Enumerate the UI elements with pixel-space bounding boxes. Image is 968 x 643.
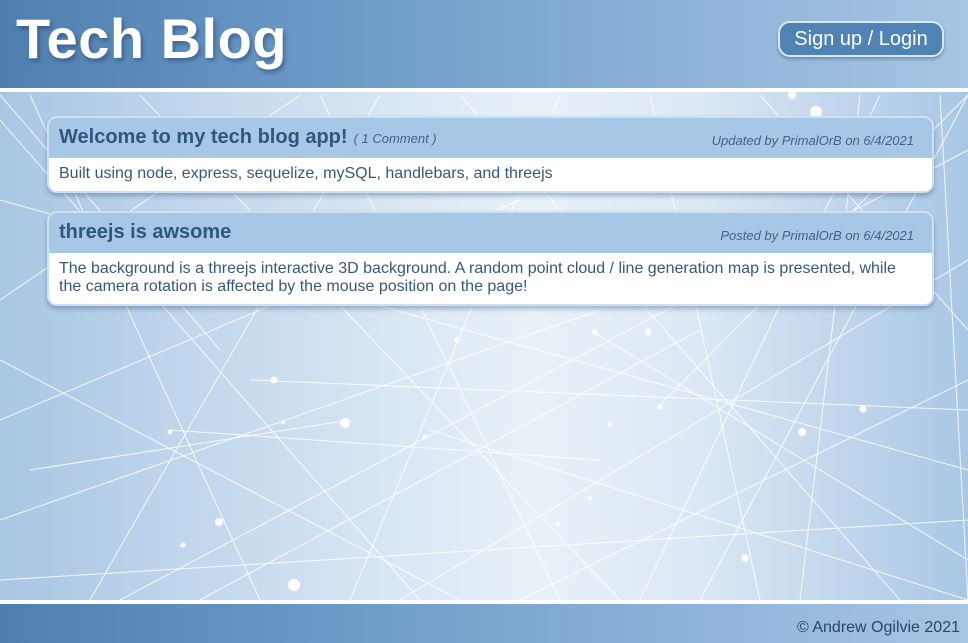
post-header: Welcome to my tech blog app! ( 1 Comment … xyxy=(49,118,932,158)
post-body: The background is a threejs interactive … xyxy=(49,253,932,304)
post-title-text[interactable]: Welcome to my tech blog app! xyxy=(59,126,348,148)
post-meta: Posted by PrimalOrB on 6/4/2021 xyxy=(720,228,914,243)
post-meta: Updated by PrimalOrB on 6/4/2021 xyxy=(711,133,914,148)
post-comment-count[interactable]: ( 1 Comment ) xyxy=(354,131,437,146)
copyright-text: © Andrew Ogilvie 2021 xyxy=(797,619,960,636)
post-title-text[interactable]: threejs is awsome xyxy=(59,221,231,243)
header-divider xyxy=(0,88,968,92)
post-header: threejs is awsome Posted by PrimalOrB on… xyxy=(49,213,932,253)
site-header: Tech Blog Sign up / Login xyxy=(0,0,968,88)
post-card[interactable]: threejs is awsome Posted by PrimalOrB on… xyxy=(47,211,934,306)
threejs-background-canvas[interactable] xyxy=(0,0,968,643)
post-title[interactable]: threejs is awsome xyxy=(59,221,231,244)
post-title[interactable]: Welcome to my tech blog app! ( 1 Comment … xyxy=(59,126,437,149)
post-card[interactable]: Welcome to my tech blog app! ( 1 Comment … xyxy=(47,116,934,193)
page: Tech Blog Sign up / Login Welcome to my … xyxy=(0,0,968,643)
site-footer: © Andrew Ogilvie 2021 xyxy=(0,604,968,643)
post-body: Built using node, express, sequelize, my… xyxy=(49,158,932,191)
site-title[interactable]: Tech Blog xyxy=(16,6,287,71)
signup-login-button[interactable]: Sign up / Login xyxy=(778,21,944,57)
